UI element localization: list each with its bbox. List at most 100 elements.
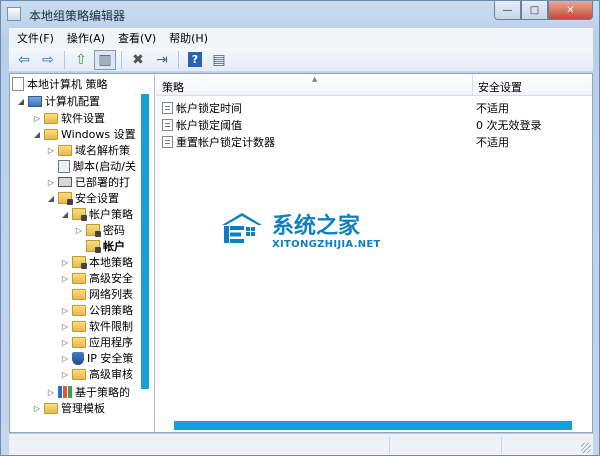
collapsed-arrow-icon[interactable]: ▷ <box>60 338 70 347</box>
export-list-icon[interactable]: ⇥ <box>151 50 173 70</box>
tree-item-computer-config[interactable]: ◢ 计算机配置 <box>16 93 100 109</box>
policy-setting-icon <box>162 119 173 131</box>
policy-value: 0 次无效登录 <box>476 119 542 132</box>
menu-help[interactable]: 帮助(H) <box>165 30 217 46</box>
collapsed-arrow-icon[interactable]: ▷ <box>74 226 84 235</box>
resize-grip-icon[interactable] <box>581 443 591 453</box>
tree-item-label: 帐户策略 <box>89 208 133 221</box>
up-folder-icon[interactable]: ⇧ <box>70 50 92 70</box>
tree-scrollbar[interactable] <box>141 94 149 389</box>
menu-action[interactable]: 操作(A) <box>63 30 114 46</box>
maximize-button[interactable]: □ <box>521 1 548 20</box>
watermark: 系统之家 XITONGZHIJIA.NET <box>218 206 418 266</box>
table-row[interactable]: 帐户锁定时间 不适用 <box>156 98 592 115</box>
forward-arrow-icon[interactable]: ⇨ <box>37 50 59 70</box>
policy-name: 帐户锁定时间 <box>162 100 242 116</box>
expand-arrow-icon[interactable]: ◢ <box>16 97 26 106</box>
properties-icon[interactable]: ▤ <box>208 50 230 70</box>
collapsed-arrow-icon[interactable]: ▷ <box>32 114 42 123</box>
caption-buttons: — □ ✕ <box>494 1 593 20</box>
delete-icon[interactable]: ✖ <box>127 50 149 70</box>
printer-icon <box>58 177 72 187</box>
collapsed-arrow-icon[interactable]: ▷ <box>60 370 70 379</box>
collapsed-arrow-icon[interactable]: ▷ <box>46 388 56 397</box>
collapsed-arrow-icon[interactable]: ▷ <box>46 146 56 155</box>
tree-item-scripts[interactable]: 脚本(启动/关 <box>58 158 136 174</box>
tree-item-software-restriction[interactable]: ▷ 软件限制 <box>60 318 133 334</box>
column-divider[interactable] <box>472 74 473 96</box>
collapsed-arrow-icon[interactable]: ▷ <box>60 322 70 331</box>
tree-item-advanced-audit[interactable]: ▷ 高级审核 <box>60 366 133 382</box>
navigation-tree: 本地计算机 策略 ◢ 计算机配置 ▷ 软件设置 ◢ Windows 设置 ▷ 域… <box>10 74 155 432</box>
table-row[interactable]: 帐户锁定阈值 0 次无效登录 <box>156 115 592 132</box>
collapsed-arrow-icon[interactable]: ▷ <box>60 306 70 315</box>
folder-icon <box>44 402 58 414</box>
tree-item-ip-security[interactable]: ▷ IP 安全策 <box>60 350 133 366</box>
tree-item-local-policies[interactable]: ▷ 本地策略 <box>60 254 133 270</box>
list-header: ▲ 策略 安全设置 <box>156 74 592 96</box>
close-button[interactable]: ✕ <box>548 1 593 20</box>
collapsed-arrow-icon[interactable]: ▷ <box>60 258 70 267</box>
toolbar-separator <box>64 50 65 69</box>
tree-item-label: 已部署的打 <box>75 176 130 189</box>
tree-item-password-policy[interactable]: ▷ 密码 <box>74 222 125 238</box>
folder-icon <box>44 128 58 140</box>
watermark-logo-icon <box>222 213 262 243</box>
expand-arrow-icon[interactable]: ◢ <box>32 130 42 139</box>
toolbar-separator <box>121 50 122 69</box>
content-area: 本地计算机 策略 ◢ 计算机配置 ▷ 软件设置 ◢ Windows 设置 ▷ 域… <box>9 73 593 433</box>
show-hide-tree-icon[interactable]: ▥ <box>94 49 116 70</box>
tree-item-admin-templates[interactable]: ▷ 管理模板 <box>32 400 105 416</box>
watermark-subtitle: XITONGZHIJIA.NET <box>272 239 381 250</box>
status-cell <box>389 437 501 453</box>
tree-item-label: 计算机配置 <box>45 95 100 108</box>
tree-item-label: IP 安全策 <box>87 352 134 365</box>
tree-item-app-control[interactable]: ▷ 应用程序 <box>60 334 133 350</box>
menu-view[interactable]: 查看(V) <box>114 30 165 46</box>
tree-item-label: 高级安全 <box>89 272 133 285</box>
collapsed-arrow-icon[interactable]: ▷ <box>60 274 70 283</box>
help-icon[interactable]: ? <box>188 52 202 67</box>
collapsed-arrow-icon[interactable]: ▷ <box>60 354 70 363</box>
folder-icon <box>72 368 86 380</box>
tree-item-network-list[interactable]: 网络列表 <box>72 286 133 302</box>
column-header-setting[interactable]: 安全设置 <box>478 79 522 95</box>
tree-item-label: 基于策略的 <box>75 386 130 399</box>
list-horizontal-scrollbar[interactable] <box>174 421 572 430</box>
tree-item-label: 软件限制 <box>89 320 133 333</box>
tree-item-local-policy[interactable]: 本地计算机 策略 <box>12 76 108 92</box>
policy-list: ▲ 策略 安全设置 帐户锁定时间 不适用 帐户锁定阈值 0 次无效登录 重置帐户… <box>156 74 592 432</box>
tree-item-name-resolution[interactable]: ▷ 域名解析策 <box>46 142 130 158</box>
tree-item-label: 帐户 <box>103 240 125 253</box>
folder-icon <box>72 336 86 348</box>
tree-item-windows-settings[interactable]: ◢ Windows 设置 <box>32 126 136 142</box>
window-title: 本地组策略编辑器 <box>29 9 126 23</box>
expand-arrow-icon[interactable]: ◢ <box>46 194 56 203</box>
lock-folder-icon <box>86 240 101 253</box>
watermark-title: 系统之家 <box>272 213 361 239</box>
tree-item-label: 网络列表 <box>89 288 133 301</box>
tree-item-public-key-policies[interactable]: ▷ 公钥策略 <box>60 302 133 318</box>
column-header-policy[interactable]: 策略 <box>162 79 184 95</box>
expand-arrow-icon[interactable]: ◢ <box>60 210 70 219</box>
lock-folder-icon <box>58 192 73 205</box>
tree-item-security-settings[interactable]: ◢ 安全设置 <box>46 190 119 206</box>
policy-icon <box>12 77 24 91</box>
tree-item-policy-based-qos[interactable]: ▷ 基于策略的 <box>46 384 130 400</box>
app-window: 本地组策略编辑器 — □ ✕ 文件(F) 操作(A) 查看(V) 帮助(H) ⇦… <box>0 0 600 456</box>
tree-item-account-policies[interactable]: ◢ 帐户策略 <box>60 206 133 222</box>
back-arrow-icon[interactable]: ⇦ <box>13 50 35 70</box>
tree-item-deployed-printers[interactable]: ▷ 已部署的打 <box>46 174 130 190</box>
menu-file[interactable]: 文件(F) <box>13 30 63 46</box>
collapsed-arrow-icon[interactable]: ▷ <box>32 404 42 413</box>
collapsed-arrow-icon[interactable]: ▷ <box>46 178 56 187</box>
chart-icon <box>58 386 72 398</box>
tree-item-software-settings[interactable]: ▷ 软件设置 <box>32 110 105 126</box>
policy-name-text: 帐户锁定阈值 <box>176 119 242 132</box>
table-row[interactable]: 重置帐户锁定计数器 不适用 <box>156 132 592 149</box>
tree-item-advanced-security[interactable]: ▷ 高级安全 <box>60 270 133 286</box>
minimize-button[interactable]: — <box>494 1 521 20</box>
title-bar[interactable]: 本地组策略编辑器 — □ ✕ <box>1 1 599 27</box>
tree-item-account-lockout[interactable]: 帐户 <box>86 238 125 254</box>
policy-value: 不适用 <box>476 102 509 115</box>
